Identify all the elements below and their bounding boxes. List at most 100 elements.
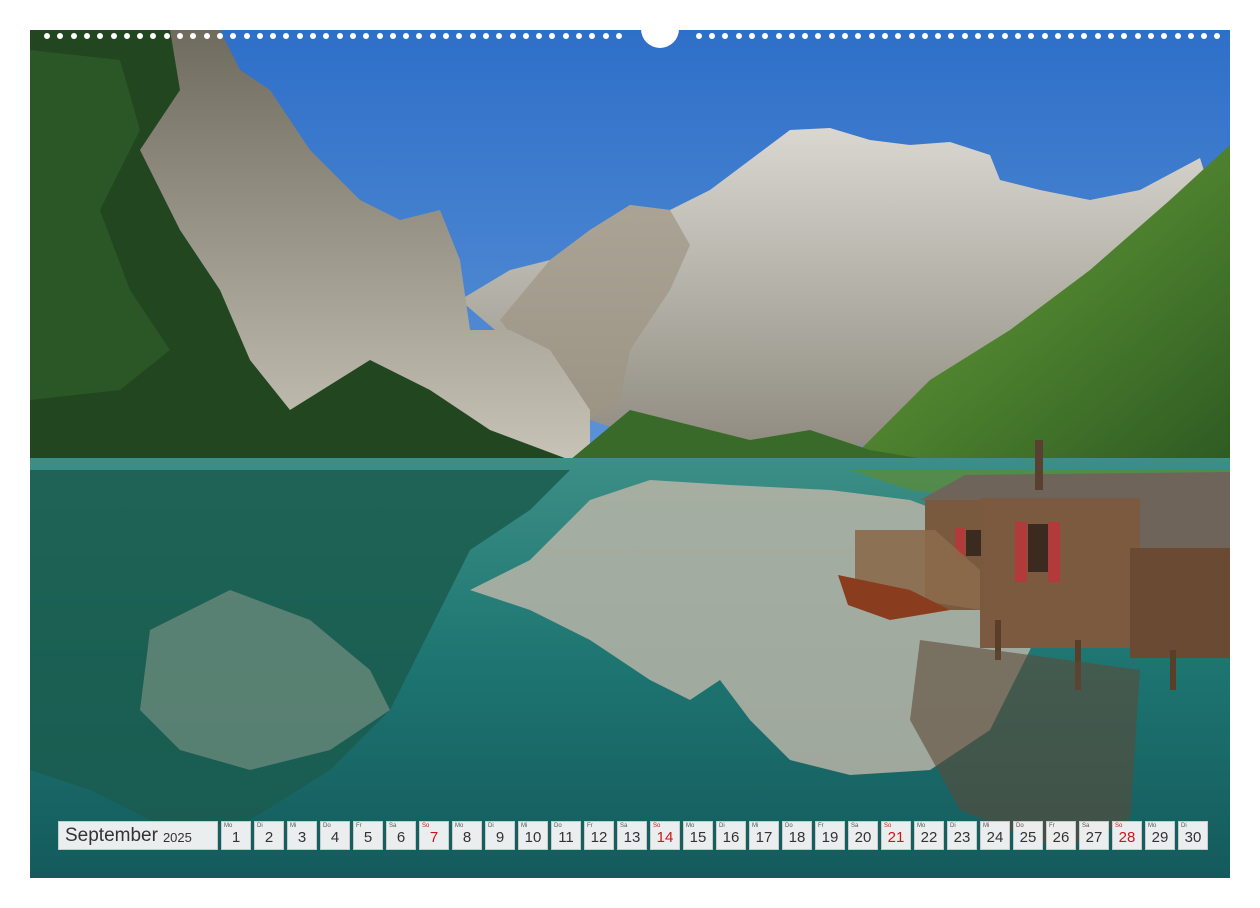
day-number: 7 bbox=[429, 829, 439, 846]
day-cell: So 7 bbox=[419, 821, 449, 850]
binding-hole bbox=[536, 33, 543, 39]
binding-hole bbox=[443, 33, 449, 39]
binding-hole bbox=[190, 33, 197, 39]
binding-hole bbox=[283, 33, 290, 39]
binding-hole bbox=[815, 33, 822, 39]
day-cell: Sa 27 bbox=[1079, 821, 1109, 850]
window bbox=[966, 530, 981, 556]
day-cell: Di 23 bbox=[947, 821, 977, 850]
binding-hole bbox=[363, 33, 370, 39]
binding-hole bbox=[97, 33, 104, 39]
binding-hole bbox=[921, 33, 928, 39]
binding-hole bbox=[961, 33, 968, 39]
binding-hole bbox=[948, 33, 955, 39]
month-name: September bbox=[65, 824, 158, 846]
binding-hole bbox=[70, 33, 77, 39]
day-cell: Mo 22 bbox=[914, 821, 944, 850]
binding-hole bbox=[842, 33, 848, 39]
chimney bbox=[1035, 440, 1043, 490]
binding-hole bbox=[416, 33, 423, 39]
window bbox=[1028, 524, 1048, 572]
calendar-binding bbox=[30, 24, 1230, 48]
calendar-strip: September 2025 Mo 1 Di 2 Mi 3 Do 4 Fr 5 Sa 6 So 7 Mo 8 D… bbox=[58, 821, 1208, 850]
binding-hole bbox=[1054, 33, 1061, 39]
day-number: 17 bbox=[755, 829, 773, 846]
binding-hole bbox=[150, 33, 157, 39]
day-cell: Do 18 bbox=[782, 821, 812, 850]
day-cell: Mi 10 bbox=[518, 821, 548, 850]
binding-hole bbox=[376, 33, 383, 39]
day-number: 14 bbox=[656, 829, 674, 846]
day-number: 23 bbox=[953, 829, 971, 846]
binding-hole bbox=[589, 33, 596, 39]
binding-hole bbox=[496, 33, 503, 39]
binding-hole bbox=[709, 33, 715, 39]
day-cell: Do 4 bbox=[320, 821, 350, 850]
day-number: 4 bbox=[330, 829, 340, 846]
binding-hole bbox=[270, 33, 277, 39]
binding-hole bbox=[1001, 33, 1008, 39]
binding-hole bbox=[828, 33, 835, 39]
day-number: 16 bbox=[722, 829, 740, 846]
binding-hole bbox=[469, 33, 476, 39]
binding-hole bbox=[1174, 33, 1181, 39]
binding-hole bbox=[1121, 33, 1128, 39]
binding-hole bbox=[203, 33, 210, 39]
day-number: 12 bbox=[590, 829, 608, 846]
binding-hole bbox=[1214, 33, 1221, 39]
day-cell: Do 11 bbox=[551, 821, 581, 850]
binding-hole bbox=[110, 33, 117, 39]
day-cell: Di 2 bbox=[254, 821, 284, 850]
binding-hole bbox=[935, 33, 942, 39]
day-number: 20 bbox=[854, 829, 872, 846]
binding-hole bbox=[762, 33, 769, 39]
binding-hole bbox=[576, 33, 582, 39]
binding-hole bbox=[602, 33, 609, 39]
binding-hole bbox=[1041, 33, 1048, 39]
binding-hole bbox=[1201, 33, 1208, 39]
binding-hole bbox=[748, 33, 755, 39]
binding-hole bbox=[163, 33, 170, 39]
binding-hole bbox=[562, 33, 569, 39]
day-cell: Fr 12 bbox=[584, 821, 614, 850]
day-number: 27 bbox=[1085, 829, 1103, 846]
day-number: 1 bbox=[231, 829, 241, 846]
day-cell: Mo 8 bbox=[452, 821, 482, 850]
binding-hole bbox=[868, 33, 875, 39]
binding-hole bbox=[1028, 33, 1035, 39]
day-cell: Mi 17 bbox=[749, 821, 779, 850]
day-number: 15 bbox=[689, 829, 707, 846]
day-cell: Mi 24 bbox=[980, 821, 1010, 850]
day-number: 11 bbox=[558, 829, 574, 846]
binding-hole bbox=[735, 33, 742, 39]
day-cell: Di 16 bbox=[716, 821, 746, 850]
binding-hole bbox=[296, 33, 303, 39]
binding-hole bbox=[230, 33, 237, 39]
binding-hole bbox=[975, 33, 981, 39]
binding-hole bbox=[1161, 33, 1168, 39]
binding-hole bbox=[722, 33, 729, 39]
binding-hole bbox=[1134, 33, 1141, 39]
binding-hole bbox=[456, 33, 463, 39]
day-cells: Mo 1 Di 2 Mi 3 Do 4 Fr 5 Sa 6 So 7 Mo 8 Di 9 Mi 10 Do 11 Fr 12 S… bbox=[221, 821, 1208, 850]
binding-hole bbox=[615, 33, 622, 39]
day-cell: Sa 13 bbox=[617, 821, 647, 850]
day-number: 8 bbox=[462, 829, 472, 846]
day-number: 10 bbox=[524, 829, 542, 846]
month-label-box: September 2025 bbox=[58, 821, 218, 850]
binding-hole bbox=[775, 33, 782, 39]
binding-hole bbox=[1187, 33, 1194, 39]
day-number: 24 bbox=[986, 829, 1004, 846]
day-number: 18 bbox=[788, 829, 806, 846]
binding-hole bbox=[323, 33, 330, 39]
binding-hole bbox=[243, 33, 250, 39]
binding-hole bbox=[256, 33, 263, 39]
binding-hole bbox=[1094, 33, 1101, 39]
day-number: 13 bbox=[623, 829, 641, 846]
binding-hole bbox=[509, 33, 516, 39]
binding-hole bbox=[349, 33, 356, 39]
binding-hole bbox=[1014, 33, 1021, 39]
day-number: 6 bbox=[396, 829, 406, 846]
landscape-photo bbox=[30, 30, 1230, 878]
day-number: 3 bbox=[297, 829, 307, 846]
